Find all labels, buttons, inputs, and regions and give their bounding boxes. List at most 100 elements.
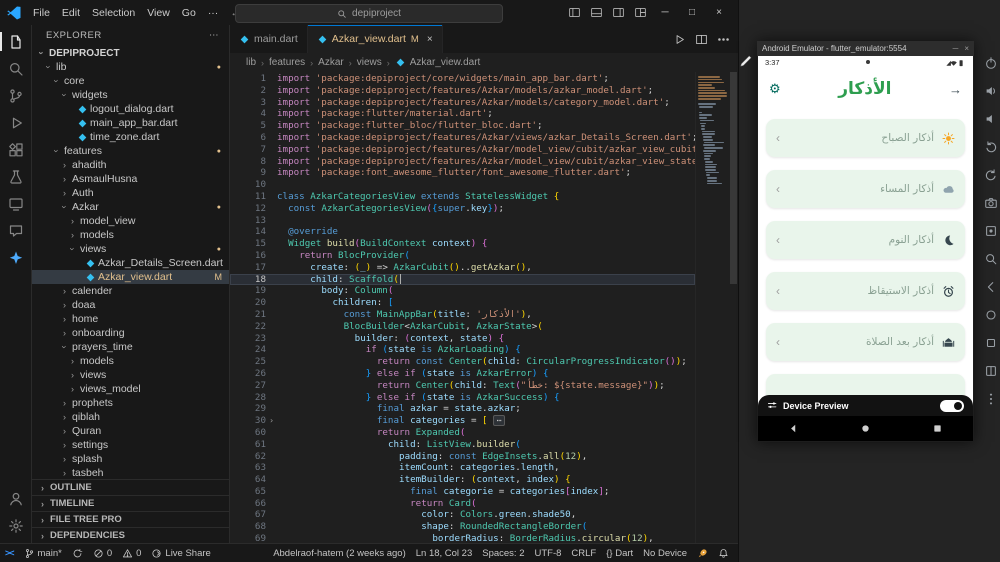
tree-folder[interactable]: › widgets [32, 88, 229, 102]
breadcrumb-item[interactable]: views [357, 57, 382, 68]
azkar-category-card[interactable]: ‹ أذكار الاستيقاظ [766, 272, 965, 310]
emu-fold-icon[interactable] [984, 364, 998, 378]
tree-file[interactable]: time_zone.dart [32, 130, 229, 144]
explorer-icon[interactable] [0, 28, 31, 55]
back-arrow-icon[interactable]: → [949, 82, 962, 97]
cursor-position[interactable]: Ln 18, Col 23 [411, 544, 478, 562]
nav-back-icon[interactable] [788, 423, 799, 434]
tree-folder[interactable]: › lib ● [32, 60, 229, 74]
chat-icon[interactable] [0, 217, 31, 244]
emu-volume-up-icon[interactable] [984, 84, 998, 98]
code-line[interactable]: 14 @override [230, 226, 695, 238]
code-line[interactable]: 27 return Center(child: Text("خطأ: ${sta… [230, 380, 695, 392]
tree-folder[interactable]: › views [32, 368, 229, 382]
emu-zoom-icon[interactable] [984, 252, 998, 266]
breadcrumb-item[interactable]: Azkar_view.dart [410, 57, 481, 68]
code-line[interactable]: 18 child: Scaffold( [230, 273, 695, 286]
code-line[interactable]: 64 itemBuilder: (context, index) { [230, 474, 695, 486]
editor-scrollbar[interactable] [729, 72, 738, 543]
tree-file[interactable]: logout_dialog.dart [32, 102, 229, 116]
tree-folder[interactable]: › models [32, 354, 229, 368]
emu-rotate-left-icon[interactable] [984, 140, 998, 154]
customize-layout-icon[interactable] [630, 3, 651, 22]
code-line[interactable]: 62 padding: const EdgeInsets.all(12), [230, 451, 695, 463]
emu-rotate-right-icon[interactable] [984, 168, 998, 182]
testing-icon[interactable] [0, 163, 31, 190]
window-minimize-icon[interactable]: ─ [652, 0, 678, 25]
window-maximize-icon[interactable]: □ [679, 0, 705, 25]
code-line[interactable]: 9 import 'package:font_awesome_flutter/fo… [230, 167, 695, 179]
tree-folder[interactable]: › Quran [32, 424, 229, 438]
code-line[interactable]: 10 [230, 179, 695, 191]
code-line[interactable]: 12 const AzkarCategoriesView({super.key}… [230, 203, 695, 215]
code-line[interactable]: 60 return Expanded( [230, 427, 695, 439]
copilot-icon[interactable] [0, 244, 31, 271]
emulator-minimize-icon[interactable]: ─ [953, 44, 959, 53]
nav-home-icon[interactable] [860, 423, 871, 434]
section-dependencies[interactable]: › DEPENDENCIES [32, 527, 229, 543]
code-line[interactable]: 6 import 'package:depiproject/features/Az… [230, 132, 695, 144]
tab-main.dart[interactable]: main.dart [230, 25, 308, 53]
live-share[interactable]: Live Share [146, 544, 215, 562]
run-debug-icon[interactable] [0, 109, 31, 136]
code-line[interactable]: 2 import 'package:depiproject/features/Az… [230, 85, 695, 97]
source-control-icon[interactable] [0, 82, 31, 109]
menu-go[interactable]: Go [176, 5, 202, 21]
section-timeline[interactable]: › TIMELINE [32, 495, 229, 511]
emu-power-icon[interactable] [984, 56, 998, 70]
code-line[interactable]: 30 › final categories = [⋯ [230, 415, 695, 427]
azkar-category-card[interactable]: ‹ أذكار الصباح [766, 119, 965, 157]
tree-folder[interactable]: › AsmaulHusna [32, 172, 229, 186]
breadcrumb[interactable]: lib › features › Azkar › views › Azkar_view.dart [230, 53, 738, 72]
command-center-search[interactable]: depiproject [235, 4, 503, 23]
tree-file[interactable]: Azkar_view.dart M [32, 270, 229, 284]
tree-folder[interactable]: › models [32, 228, 229, 242]
emu-volume-down-icon[interactable] [984, 112, 998, 126]
account-icon[interactable] [0, 485, 31, 512]
code-line[interactable]: 19 body: Column( [230, 285, 695, 297]
code-line[interactable]: 11 class AzkarCategoriesView extends Stat… [230, 191, 695, 203]
code-line[interactable]: 20 children: [ [230, 297, 695, 309]
code-line[interactable]: 26 } else if (state is AzkarError) { [230, 368, 695, 380]
language-mode[interactable]: {} Dart [601, 544, 638, 562]
tree-folder[interactable]: › onboarding [32, 326, 229, 340]
azkar-category-card[interactable]: ‹ أذكار المساء [766, 170, 965, 208]
code-line[interactable]: 17 create: (_) => AzkarCubit()..getAzkar… [230, 262, 695, 274]
code-line[interactable]: 23 builder: (context, state) { [230, 333, 695, 345]
encoding[interactable]: UTF-8 [530, 544, 567, 562]
code-line[interactable]: 21 const MainAppBar(title: 'الأذكار'), [230, 309, 695, 321]
emu-overview-icon[interactable] [984, 336, 998, 350]
menu-file[interactable]: File [27, 5, 56, 21]
tree-folder[interactable]: › settings [32, 438, 229, 452]
menu-overflow[interactable]: ··· [202, 5, 225, 21]
remote-indicator[interactable]: >< [0, 544, 19, 562]
remote-explorer-icon[interactable] [0, 190, 31, 217]
project-root[interactable]: › DEPIPROJECT [32, 46, 229, 60]
tree-folder[interactable]: › doaa [32, 298, 229, 312]
settings-icon[interactable] [0, 512, 31, 539]
search-icon[interactable] [0, 55, 31, 82]
tree-folder[interactable]: › views_model [32, 382, 229, 396]
more-actions-icon[interactable]: ⋯ [209, 30, 219, 41]
code-line[interactable]: 4 import 'package:flutter/material.dart'; [230, 108, 695, 120]
close-icon[interactable]: × [427, 34, 433, 45]
code-line[interactable]: 25 return const Center(child: CircularPr… [230, 356, 695, 368]
code-line[interactable]: 28 } else if (state is AzkarSuccess) { [230, 392, 695, 404]
code-line[interactable]: 5 import 'package:flutter_bloc/flutter_bl… [230, 120, 695, 132]
code-line[interactable]: 7 import 'package:depiproject/features/Az… [230, 144, 695, 156]
window-close-icon[interactable]: × [706, 0, 732, 25]
code-line[interactable]: 67 color: Colors.green.shade50, [230, 509, 695, 521]
emu-home-icon[interactable] [984, 308, 998, 322]
indentation[interactable]: Spaces: 2 [477, 544, 529, 562]
breadcrumb-item[interactable]: lib [246, 57, 256, 68]
settings-gear-icon[interactable]: ⚙ [769, 81, 781, 97]
code-line[interactable]: 3 import 'package:depiproject/features/Az… [230, 97, 695, 109]
tree-folder[interactable]: › calender [32, 284, 229, 298]
code-line[interactable]: 15 Widget build(BuildContext context) { [230, 238, 695, 250]
code-line[interactable]: 61 child: ListView.builder( [230, 439, 695, 451]
emu-back-icon[interactable] [984, 280, 998, 294]
tab-Azkar_view.dart[interactable]: Azkar_view.dart M × [307, 25, 443, 53]
git-branch[interactable]: main* [19, 544, 67, 562]
rocket[interactable] [692, 544, 713, 562]
emulator-titlebar[interactable]: Android Emulator - flutter_emulator:5554… [757, 41, 974, 56]
